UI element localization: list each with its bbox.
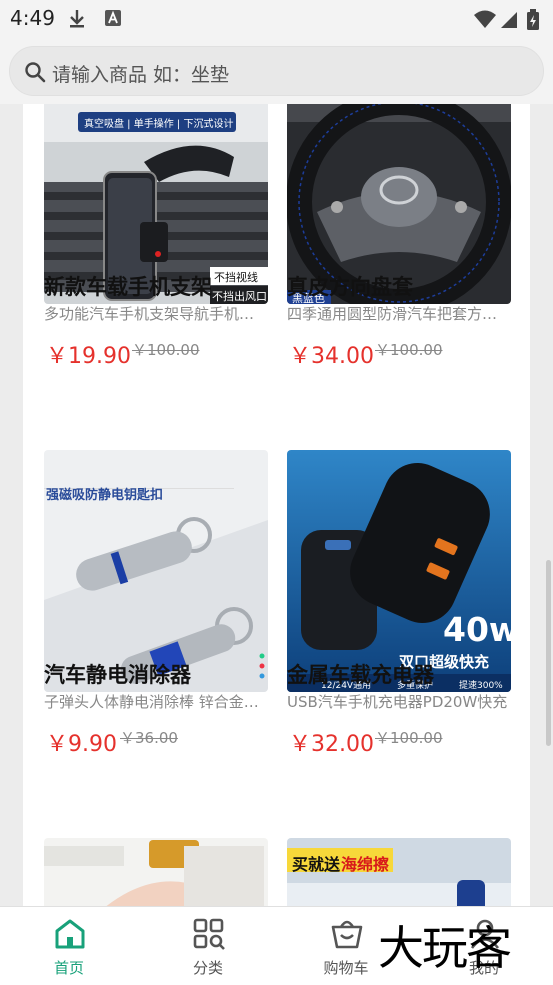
product-card[interactable]: 买就送 海绵擦	[287, 838, 511, 906]
tab-home[interactable]: 首页	[19, 907, 119, 985]
image-caption: 提速300%	[459, 681, 503, 691]
product-description: 子弹头人体静电消除棒 锌合金钥匙扣	[44, 693, 268, 711]
scrollbar[interactable]	[546, 560, 551, 746]
product-original-price: ￥100.00	[375, 729, 443, 747]
product-title: 汽车静电消除器	[44, 663, 191, 687]
product-price: ￥34.00	[289, 344, 374, 369]
download-icon	[68, 9, 86, 33]
promo-badge: 海绵擦	[341, 855, 390, 874]
wifi-icon	[473, 9, 497, 33]
product-grid: 真空吸盘 | 单手操作 | 下沉式设计 不挡视线 不挡出风口 新款车载手机支架 …	[23, 104, 530, 906]
promo-badge: 买就送	[292, 855, 341, 874]
product-card[interactable]: 40w 双口超级快充 12/24V通用 多重保护 提速300% 金属车载充电器 …	[287, 450, 511, 757]
tab-label: 首页	[53, 959, 84, 977]
search-icon	[25, 62, 46, 83]
product-image	[44, 838, 268, 906]
product-title: 真皮方向盘套	[287, 275, 413, 299]
product-price: ￥32.00	[289, 732, 374, 757]
tab-label: 分类	[192, 959, 223, 977]
product-original-price: ￥100.00	[132, 341, 200, 359]
product-description: 多功能汽车手机支架导航手机支架	[44, 305, 268, 323]
search-bar: 请输入商品 如：坐垫	[0, 36, 553, 104]
product-image: 40w 双口超级快充 12/24V通用 多重保护 提速300%	[287, 450, 511, 692]
product-title: 金属车载充电器	[287, 663, 434, 687]
product-card[interactable]: 强磁吸防静电钥匙扣 汽车静电消除器 子弹头人体静电消除棒 锌合金钥匙扣 ￥9.9…	[44, 450, 268, 757]
image-caption: 强磁吸防静电钥匙扣	[46, 488, 164, 503]
image-caption: 不挡视线	[214, 271, 258, 284]
search-input[interactable]: 请输入商品 如：坐垫	[9, 46, 544, 96]
product-price: ￥19.90	[46, 344, 131, 369]
image-caption: 真空吸盘 | 单手操作 | 下沉式设计	[84, 119, 234, 130]
home-icon	[55, 919, 85, 949]
status-time: 4:49	[10, 6, 55, 30]
product-card[interactable]: 黑蓝色 真皮方向盘套 四季通用圆型防滑汽车把套方向盘套 ￥34.00 ￥100.…	[287, 104, 511, 369]
search-placeholder: 请输入商品 如：坐垫	[52, 64, 230, 86]
category-grid-icon	[193, 918, 225, 950]
image-caption: 40w	[443, 610, 511, 649]
product-image: 强磁吸防静电钥匙扣	[44, 450, 268, 692]
product-image: 买就送 海绵擦	[287, 838, 511, 906]
product-description: USB汽车手机充电器PD20W快充	[287, 693, 508, 711]
cell-signal-icon	[500, 9, 518, 33]
watermark-logo: 大玩客	[378, 921, 512, 975]
product-price: ￥9.90	[46, 732, 117, 757]
product-original-price: ￥36.00	[120, 729, 178, 747]
battery-icon	[526, 9, 540, 35]
tab-category[interactable]: 分类	[158, 907, 258, 985]
product-card[interactable]	[44, 838, 268, 906]
product-card[interactable]: 真空吸盘 | 单手操作 | 下沉式设计 不挡视线 不挡出风口 新款车载手机支架 …	[44, 104, 268, 369]
keyboard-a-icon	[104, 9, 122, 31]
shopping-basket-icon	[331, 920, 363, 949]
status-bar: 4:49	[0, 0, 553, 36]
product-title: 新款车载手机支架	[44, 275, 212, 299]
product-description: 四季通用圆型防滑汽车把套方向盘套	[287, 305, 511, 323]
product-original-price: ￥100.00	[375, 341, 443, 359]
image-caption: 不挡出风口	[212, 290, 267, 303]
